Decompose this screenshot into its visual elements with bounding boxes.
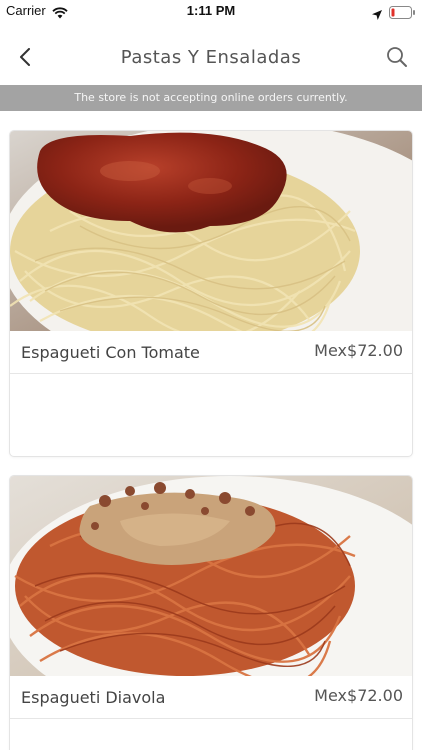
spaghetti-diavola-photo xyxy=(10,476,412,676)
card-divider xyxy=(10,718,412,719)
page-title: Pastas Y Ensaladas xyxy=(120,47,302,68)
product-list[interactable]: Espagueti Con Tomate Mex$72.00 Espagueti… xyxy=(0,111,422,750)
card-divider xyxy=(10,373,412,374)
back-button[interactable] xyxy=(10,42,40,72)
status-bar: Carrier 1:11 PM xyxy=(0,0,422,22)
status-time: 1:11 PM xyxy=(186,3,236,18)
navigation-bar: Pastas Y Ensaladas xyxy=(0,22,422,85)
product-name: Espagueti Con Tomate xyxy=(21,343,200,362)
battery-icon xyxy=(389,4,416,23)
search-button[interactable] xyxy=(382,42,412,72)
product-price: Mex$72.00 xyxy=(314,341,403,360)
search-icon xyxy=(387,47,407,67)
notice-text: The store is not accepting online orders… xyxy=(74,91,348,104)
product-name: Espagueti Diavola xyxy=(21,688,166,707)
store-closed-notice: The store is not accepting online orders… xyxy=(0,85,422,111)
spaghetti-tomato-photo xyxy=(10,131,412,331)
product-card[interactable]: Espagueti Diavola Mex$72.00 xyxy=(10,476,412,750)
chevron-left-icon xyxy=(20,48,30,66)
product-price: Mex$72.00 xyxy=(314,686,403,705)
product-card[interactable]: Espagueti Con Tomate Mex$72.00 xyxy=(10,131,412,456)
